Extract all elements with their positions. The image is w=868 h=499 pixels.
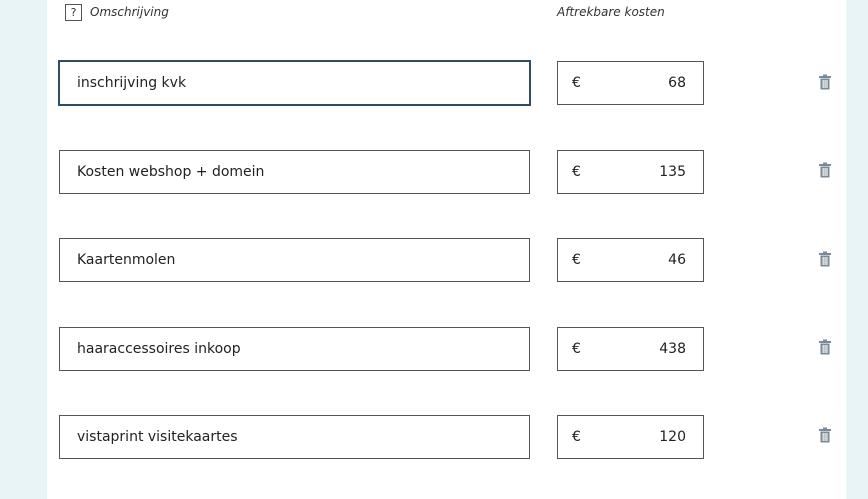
amount-input-2[interactable]: € 135 xyxy=(557,150,704,194)
trash-icon[interactable] xyxy=(816,426,834,444)
currency-symbol: € xyxy=(572,341,581,357)
trash-icon[interactable] xyxy=(816,338,834,356)
amount-input-5[interactable]: € 120 xyxy=(557,415,704,459)
trash-icon[interactable] xyxy=(816,250,834,268)
description-input-1[interactable]: inschrijving kvk xyxy=(59,61,530,105)
amount-value: 68 xyxy=(668,75,686,91)
amount-input-1[interactable]: € 68 xyxy=(557,61,704,105)
amount-value: 135 xyxy=(659,164,686,180)
currency-symbol: € xyxy=(572,429,581,445)
amount-value: 46 xyxy=(668,252,686,268)
amount-value: 120 xyxy=(659,429,686,445)
description-input-2[interactable]: Kosten webshop + domein xyxy=(59,150,530,194)
help-icon[interactable]: ? xyxy=(65,4,82,21)
amount-input-4[interactable]: € 438 xyxy=(557,327,704,371)
currency-symbol: € xyxy=(572,252,581,268)
currency-symbol: € xyxy=(572,164,581,180)
amount-input-3[interactable]: € 46 xyxy=(557,238,704,282)
trash-icon[interactable] xyxy=(816,161,834,179)
description-column-header: Omschrijving xyxy=(90,5,169,19)
description-input-5[interactable]: vistaprint visitekaartes xyxy=(59,415,530,459)
description-input-4[interactable]: haaraccessoires inkoop xyxy=(59,327,530,371)
currency-symbol: € xyxy=(572,75,581,91)
cost-column-header: Aftrekbare kosten xyxy=(557,5,665,19)
trash-icon[interactable] xyxy=(816,73,834,91)
description-input-3[interactable]: Kaartenmolen xyxy=(59,238,530,282)
amount-value: 438 xyxy=(659,341,686,357)
